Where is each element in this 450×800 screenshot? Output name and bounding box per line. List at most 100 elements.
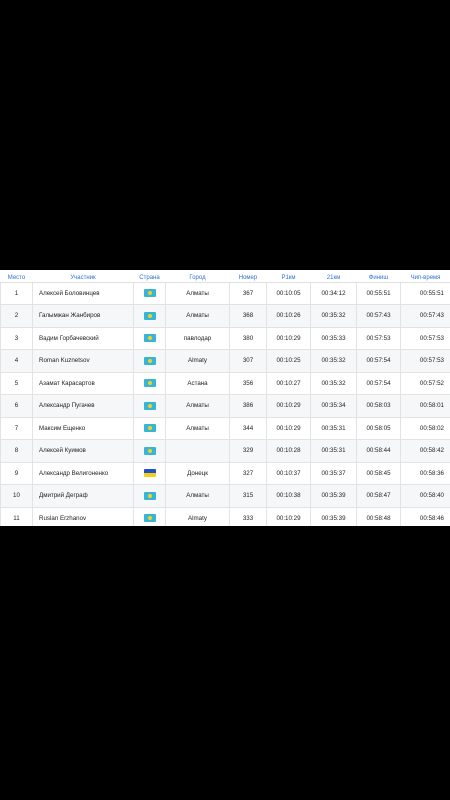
split2-time: 00:35:32 <box>310 371 357 395</box>
split1-time: 00:10:29 <box>266 394 311 418</box>
split2-time: 00:35:33 <box>310 326 357 350</box>
table-row[interactable]: 9 Александр Велигоненко Донецк 327 00:10:37 0… <box>0 461 450 485</box>
table-row[interactable]: 5 Азамат Карасартов Астана 356 00:10:27 00:35… <box>0 371 450 395</box>
table-row[interactable]: 1 Алексей Боловинцев Алматы 367 00:10:05 00:3… <box>0 281 450 305</box>
bib-number: 315 <box>229 484 267 508</box>
col-header-participant[interactable]: Участник <box>32 270 134 283</box>
place-cell: 3 <box>0 326 33 350</box>
finish-time: 00:57:53 <box>356 326 401 350</box>
table-row[interactable]: 7 Максим Ещенко Алматы 344 00:10:29 00:35:31 0… <box>0 416 450 440</box>
participant-name[interactable]: Максим Ещенко <box>32 416 134 440</box>
country-cell <box>133 461 166 485</box>
col-header-number[interactable]: Номер <box>229 270 267 283</box>
split1-time: 00:10:25 <box>266 349 311 373</box>
country-cell <box>133 304 166 328</box>
country-cell <box>133 371 166 395</box>
chip-time: 00:57:53 <box>400 326 450 350</box>
participant-name[interactable]: Александр Велигоненко <box>32 461 134 485</box>
table-header-row: Место Участник Страна Город Номер Р1км 2… <box>0 270 450 283</box>
ukraine-flag-icon <box>143 469 156 478</box>
finish-time: 00:57:43 <box>356 304 401 328</box>
col-header-chip[interactable]: Чип-время <box>400 270 450 283</box>
country-cell <box>133 349 166 373</box>
place-cell: 5 <box>0 371 33 395</box>
bib-number: 368 <box>229 304 267 328</box>
city-cell <box>165 439 230 463</box>
participant-name[interactable]: Александр Пугачев <box>32 394 134 418</box>
col-header-split1[interactable]: Р1км <box>266 270 311 283</box>
kazakhstan-flag-icon <box>143 491 156 500</box>
finish-time: 00:57:54 <box>356 349 401 373</box>
bib-number: 327 <box>229 461 267 485</box>
table-row[interactable]: 4 Roman Kuznetsov Almaty 307 00:10:25 00:35:3… <box>0 349 450 373</box>
place-cell: 1 <box>0 281 33 305</box>
chip-time: 00:57:43 <box>400 304 450 328</box>
finish-time: 00:55:51 <box>356 281 401 305</box>
chip-time: 00:57:52 <box>400 371 450 395</box>
split2-time: 00:35:32 <box>310 349 357 373</box>
city-cell: Астана <box>165 371 230 395</box>
col-header-finish[interactable]: Финиш <box>356 270 401 283</box>
bib-number: 356 <box>229 371 267 395</box>
table-row[interactable]: 2 Галымжан Жанбиров Алматы 368 00:10:26 00:35… <box>0 304 450 328</box>
bib-number: 344 <box>229 416 267 440</box>
country-cell <box>133 281 166 305</box>
participant-name[interactable]: Ruslan Erzhanov <box>32 506 134 526</box>
table-row[interactable]: 6 Александр Пугачев Алматы 386 00:10:29 00:35… <box>0 394 450 418</box>
chip-time: 00:58:01 <box>400 394 450 418</box>
city-cell: Алматы <box>165 484 230 508</box>
finish-time: 00:57:54 <box>356 371 401 395</box>
finish-time: 00:58:45 <box>356 461 401 485</box>
split1-time: 00:10:28 <box>266 439 311 463</box>
col-header-country[interactable]: Страна <box>133 270 166 283</box>
table-row[interactable]: 3 Вадим Горбачевский павлодар 380 00:10:29 00… <box>0 326 450 350</box>
bib-number: 307 <box>229 349 267 373</box>
city-cell: Алматы <box>165 416 230 440</box>
table-row[interactable]: 10 Дмитрий Деграф Алматы 315 00:10:38 00:35:3… <box>0 484 450 508</box>
chip-time: 00:58:42 <box>400 439 450 463</box>
chip-time: 00:57:53 <box>400 349 450 373</box>
kazakhstan-flag-icon <box>143 334 156 343</box>
participant-name[interactable]: Азамат Карасартов <box>32 371 134 395</box>
place-cell: 10 <box>0 484 33 508</box>
split1-time: 00:10:29 <box>266 506 311 526</box>
bib-number: 329 <box>229 439 267 463</box>
col-header-city[interactable]: Город <box>165 270 230 283</box>
place-cell: 9 <box>0 461 33 485</box>
bib-number: 380 <box>229 326 267 350</box>
participant-name[interactable]: Галымжан Жанбиров <box>32 304 134 328</box>
finish-time: 00:58:44 <box>356 439 401 463</box>
place-cell: 8 <box>0 439 33 463</box>
results-viewport[interactable]: Место Участник Страна Город Номер Р1км 2… <box>0 270 450 526</box>
participant-name[interactable]: Алексей Боловинцев <box>32 281 134 305</box>
kazakhstan-flag-icon <box>143 401 156 410</box>
chip-time: 00:58:40 <box>400 484 450 508</box>
finish-time: 00:58:47 <box>356 484 401 508</box>
participant-name[interactable]: Roman Kuznetsov <box>32 349 134 373</box>
bib-number: 367 <box>229 281 267 305</box>
kazakhstan-flag-icon <box>143 446 156 455</box>
participant-name[interactable]: Алексей Куимов <box>32 439 134 463</box>
split1-time: 00:10:29 <box>266 326 311 350</box>
table-row[interactable]: 8 Алексей Куимов 329 00:10:28 00:35:31 00:58:… <box>0 439 450 463</box>
col-header-place[interactable]: Место <box>0 270 33 283</box>
chip-time: 00:55:51 <box>400 281 450 305</box>
city-cell: Алматы <box>165 394 230 418</box>
col-header-split2[interactable]: 21км <box>310 270 357 283</box>
table-row[interactable]: 11 Ruslan Erzhanov Almaty 333 00:10:29 00:35:… <box>0 506 450 526</box>
finish-time: 00:58:05 <box>356 416 401 440</box>
city-cell: Almaty <box>165 349 230 373</box>
country-cell <box>133 484 166 508</box>
results-table: Место Участник Страна Город Номер Р1км 2… <box>0 270 450 526</box>
kazakhstan-flag-icon <box>143 356 156 365</box>
place-cell: 11 <box>0 506 33 526</box>
split1-time: 00:10:37 <box>266 461 311 485</box>
split2-time: 00:35:32 <box>310 304 357 328</box>
participant-name[interactable]: Дмитрий Деграф <box>32 484 134 508</box>
kazakhstan-flag-icon <box>143 424 156 433</box>
place-cell: 6 <box>0 394 33 418</box>
participant-name[interactable]: Вадим Горбачевский <box>32 326 134 350</box>
city-cell: Алматы <box>165 281 230 305</box>
city-cell: Almaty <box>165 506 230 526</box>
country-cell <box>133 439 166 463</box>
